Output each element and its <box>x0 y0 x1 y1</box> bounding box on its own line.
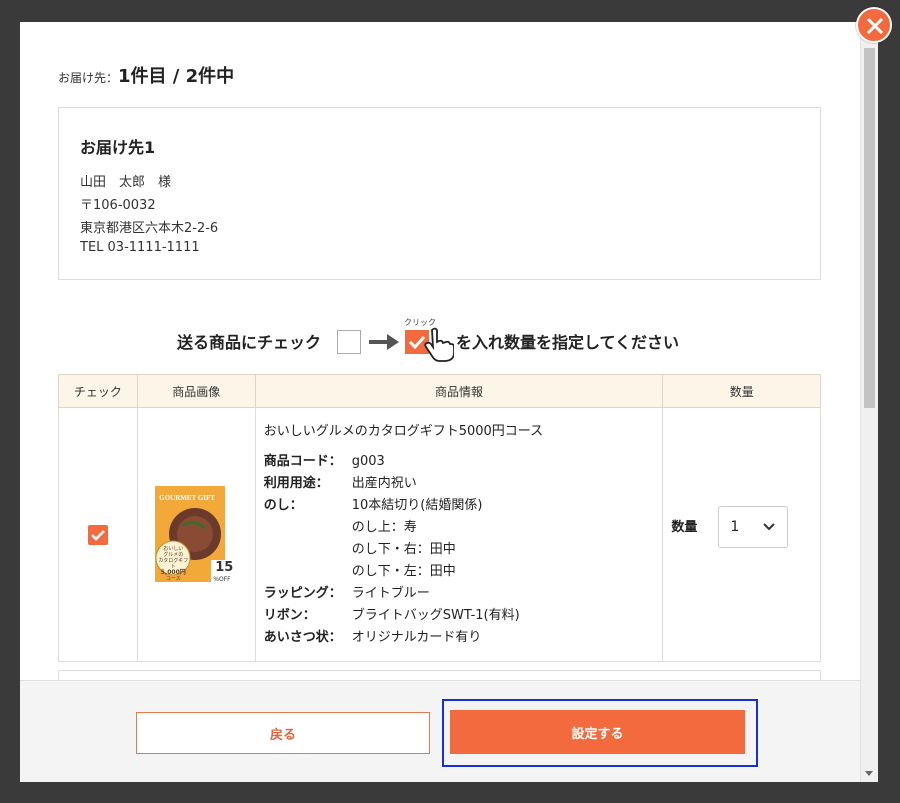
image-badge: おいしい グルメの カタログギフト 5,000円 コース <box>157 546 189 582</box>
scroll-down-icon[interactable] <box>865 771 873 776</box>
prop-value: 出産内祝い <box>351 476 417 491</box>
prop-label: のし： <box>263 498 303 513</box>
address-title: お届け先1 <box>80 138 156 157</box>
header-check: チェック <box>58 374 138 408</box>
prop-value: 10本結切り(結婚関係) のし上：寿 のし下・右：田中 のし下・左：田中 <box>352 495 483 583</box>
pointer-hand-icon <box>424 327 454 362</box>
header-image: 商品画像 <box>136 374 256 408</box>
header-quantity: 数量 <box>662 374 821 408</box>
chevron-down-icon <box>763 523 776 531</box>
noshi-type: 10本結切り(結婚関係) <box>351 498 483 513</box>
prop-label: あいさつ状： <box>263 630 342 645</box>
back-button[interactable]: 戻る <box>136 712 430 754</box>
address-card: お届け先1 山田 太郎 様 〒106-0032 東京都港区六本木2-2-6 TE… <box>58 107 821 280</box>
delivery-progress-count: 1件目 / 2件中 <box>118 66 235 87</box>
street-address: 東京都港区六本木2-2-6 <box>80 221 219 236</box>
prop-code: 商品コード： g003 <box>264 451 655 473</box>
close-icon <box>866 17 884 35</box>
prop-greeting: あいさつ状： オリジナルカード有り <box>264 627 655 649</box>
noshi-bottom-right: のし下・右：田中 <box>351 542 456 557</box>
image-discount: 15 <box>215 559 234 575</box>
delivery-progress: お届け先：1件目 / 2件中 <box>58 62 234 88</box>
product-table: チェック 商品画像 商品情報 数量 GOURMET GIFT おいしい グルメの… <box>58 374 821 662</box>
table-header-row: チェック 商品画像 商品情報 数量 <box>58 374 821 408</box>
checkmark-icon <box>90 529 105 541</box>
prop-label: リボン： <box>263 608 316 623</box>
product-checkbox[interactable] <box>87 524 108 545</box>
submit-button[interactable]: 設定する <box>450 710 745 754</box>
prop-label: 利用用途： <box>263 476 329 491</box>
postal-code: 〒106-0032 <box>80 198 156 213</box>
image-discount-unit: %OFF <box>213 575 231 583</box>
delivery-progress-prefix: お届け先： <box>58 71 119 85</box>
image-cell: GOURMET GIFT おいしい グルメの カタログギフト 5,000円 コー… <box>136 407 256 662</box>
prop-label: 商品コード： <box>263 454 342 469</box>
arrow-right-icon <box>369 334 399 350</box>
product-image: GOURMET GIFT おいしい グルメの カタログギフト 5,000円 コー… <box>155 485 238 584</box>
image-badge-line: カタログギフト <box>158 557 189 570</box>
product-name: おいしいグルメのカタログギフト5000円コース <box>263 424 544 439</box>
noshi-top: のし上：寿 <box>351 520 417 535</box>
image-brand-text: GOURMET GIFT <box>159 493 215 502</box>
header-info: 商品情報 <box>254 374 664 408</box>
quantity-label: 数量 <box>671 520 698 535</box>
prop-value: ライトブルー <box>351 586 430 601</box>
close-button[interactable] <box>856 7 892 43</box>
scroll-thumb[interactable] <box>864 48 875 408</box>
prop-wrapping: ラッピング： ライトブルー <box>264 583 655 605</box>
info-cell: おいしいグルメのカタログギフト5000円コース 商品コード： g003 利用用途… <box>254 407 664 662</box>
prop-value: g003 <box>351 454 385 469</box>
prop-usage: 利用用途： 出産内祝い <box>264 473 655 495</box>
quantity-cell: 数量 1 <box>662 407 821 662</box>
quantity-value: 1 <box>730 519 740 535</box>
quantity-select[interactable]: 1 <box>718 506 789 548</box>
instruction-text-2: を入れ数量を指定してください <box>456 333 680 352</box>
check-cell <box>58 407 138 662</box>
image-badge-line: 5,000円 <box>160 568 186 576</box>
prop-value: ブライトバッグSWT-1(有料) <box>351 608 520 623</box>
recipient-name: 山田 太郎 様 <box>80 175 172 190</box>
phone-number: TEL 03-1111-1111 <box>80 240 200 255</box>
scrollbar[interactable] <box>860 22 878 782</box>
instruction-text-1: 送る商品にチェック <box>177 333 322 352</box>
delivery-settings-modal: お届け先：1件目 / 2件中 お届け先1 山田 太郎 様 〒106-0032 東… <box>20 22 878 782</box>
empty-checkbox-icon <box>337 330 361 354</box>
modal-footer: 戻る 設定する <box>20 680 860 782</box>
prop-ribbon: リボン： ブライトバッグSWT-1(有料) <box>264 605 655 627</box>
instruction-banner: 送る商品にチェック クリック を入れ数量を指定してください <box>20 317 860 367</box>
image-badge-line: コース <box>165 575 181 582</box>
prop-value: オリジナルカード有り <box>351 630 482 645</box>
table-row: GOURMET GIFT おいしい グルメの カタログギフト 5,000円 コー… <box>58 407 821 662</box>
prop-label: ラッピング： <box>263 586 342 601</box>
noshi-bottom-left: のし下・左：田中 <box>351 564 456 579</box>
prop-noshi: のし： 10本結切り(結婚関係) のし上：寿 のし下・右：田中 のし下・左：田中 <box>264 495 655 583</box>
